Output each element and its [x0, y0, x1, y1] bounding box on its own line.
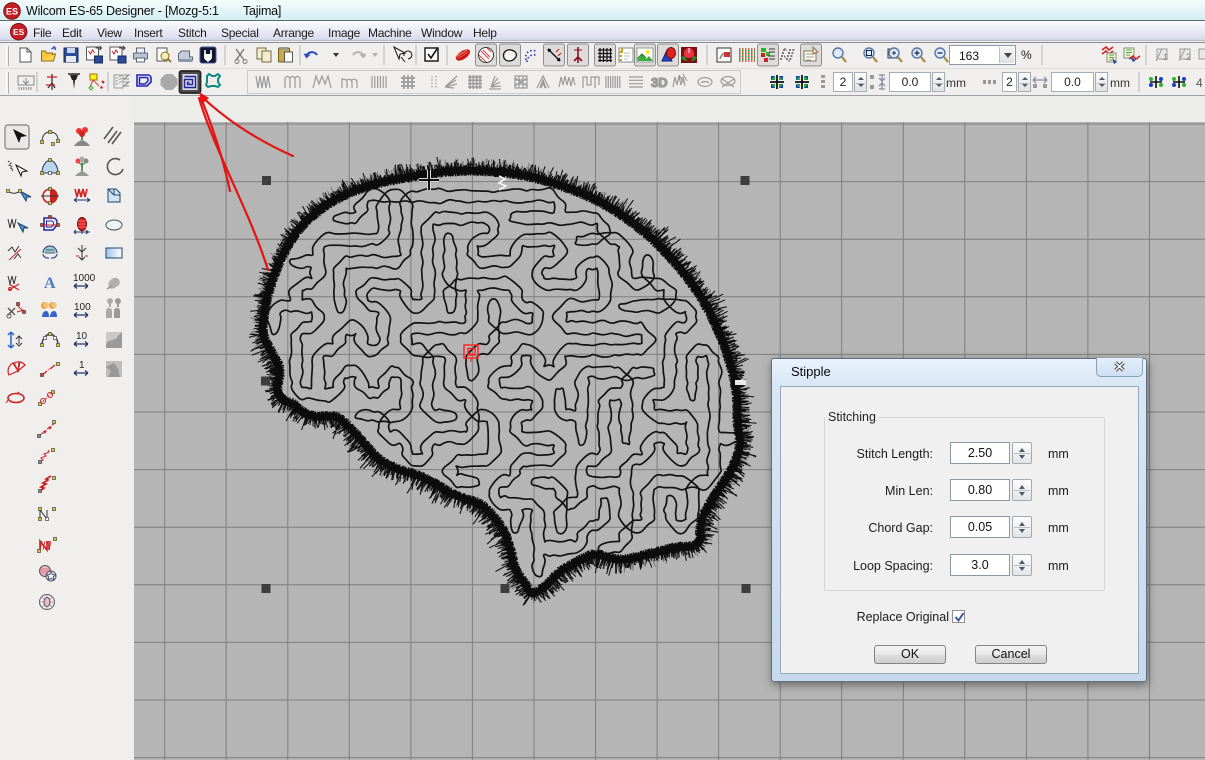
svg-text:ES: ES	[13, 27, 25, 37]
svg-text:ES: ES	[6, 7, 18, 17]
